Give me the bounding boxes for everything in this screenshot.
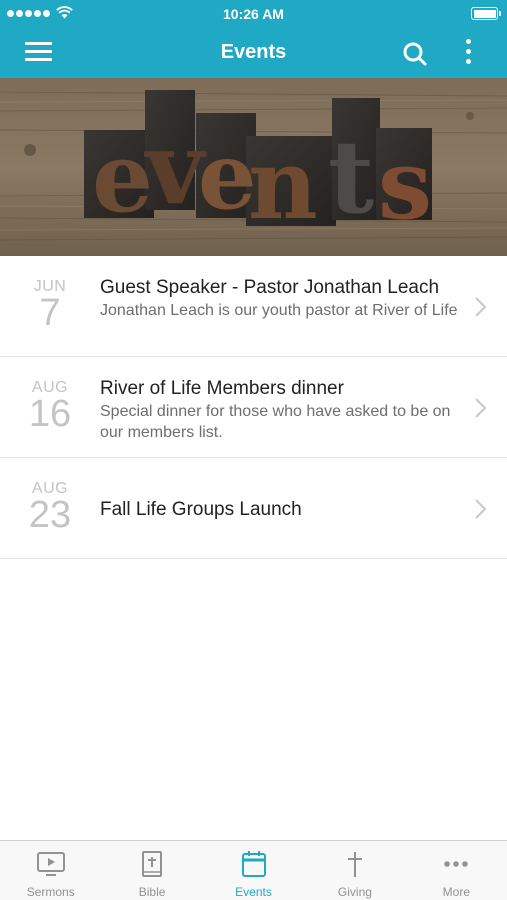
status-bar: 10:26 AM [0, 0, 507, 28]
tab-events[interactable]: Events [203, 841, 304, 900]
nav-bar: Events [0, 28, 507, 78]
event-date: AUG 23 [0, 458, 100, 558]
event-day: 16 [28, 393, 72, 435]
more-options-icon[interactable] [460, 39, 476, 67]
svg-text:t: t [328, 118, 374, 236]
chevron-right-icon [475, 398, 487, 418]
calendar-icon [241, 851, 266, 877]
event-description: Jonathan Leach is our youth pastor at Ri… [100, 302, 458, 319]
tab-bar: Sermons Bible Events Giving More [0, 840, 507, 900]
svg-text:e: e [92, 121, 153, 234]
search-icon[interactable] [401, 40, 429, 68]
battery-icon [471, 7, 501, 20]
event-title: Fall Life Groups Launch [100, 499, 302, 520]
page-title: Events [220, 41, 287, 63]
tv-play-icon [36, 852, 65, 876]
tab-more[interactable]: More [406, 841, 507, 900]
tab-label: Giving [337, 885, 372, 899]
chevron-right-icon [475, 297, 487, 317]
tab-label: Bible [138, 885, 166, 899]
tab-bible[interactable]: Bible [101, 841, 202, 900]
event-title: Guest Speaker - Pastor Jonathan Leach [100, 277, 440, 298]
svg-text:n: n [248, 128, 318, 241]
event-row[interactable]: AUG 16 River of Life Members dinner Spec… [0, 357, 507, 458]
event-date: AUG 16 [0, 357, 100, 457]
event-row[interactable]: JUN 7 Guest Speaker - Pastor Jonathan Le… [0, 256, 507, 357]
event-day: 23 [28, 494, 72, 536]
cross-icon [347, 852, 362, 877]
bible-icon [142, 851, 163, 877]
tab-sermons[interactable]: Sermons [0, 841, 101, 900]
tab-giving[interactable]: Giving [304, 841, 405, 900]
event-title: River of Life Members dinner [100, 378, 344, 399]
tab-label: Events [235, 885, 272, 899]
event-date: JUN 7 [0, 256, 100, 356]
svg-text:s: s [378, 128, 432, 241]
event-list: JUN 7 Guest Speaker - Pastor Jonathan Le… [0, 256, 507, 559]
tab-label: Sermons [26, 885, 75, 899]
status-time: 10:26 AM [223, 6, 284, 22]
event-row[interactable]: AUG 23 Fall Life Groups Launch [0, 458, 507, 559]
event-description: Special dinner for those who have asked … [100, 403, 451, 441]
event-day: 7 [39, 292, 61, 334]
ellipsis-icon [444, 861, 469, 867]
events-banner-image: e v e n t s [0, 78, 507, 256]
chevron-right-icon [475, 499, 487, 519]
tab-label: More [442, 885, 470, 899]
